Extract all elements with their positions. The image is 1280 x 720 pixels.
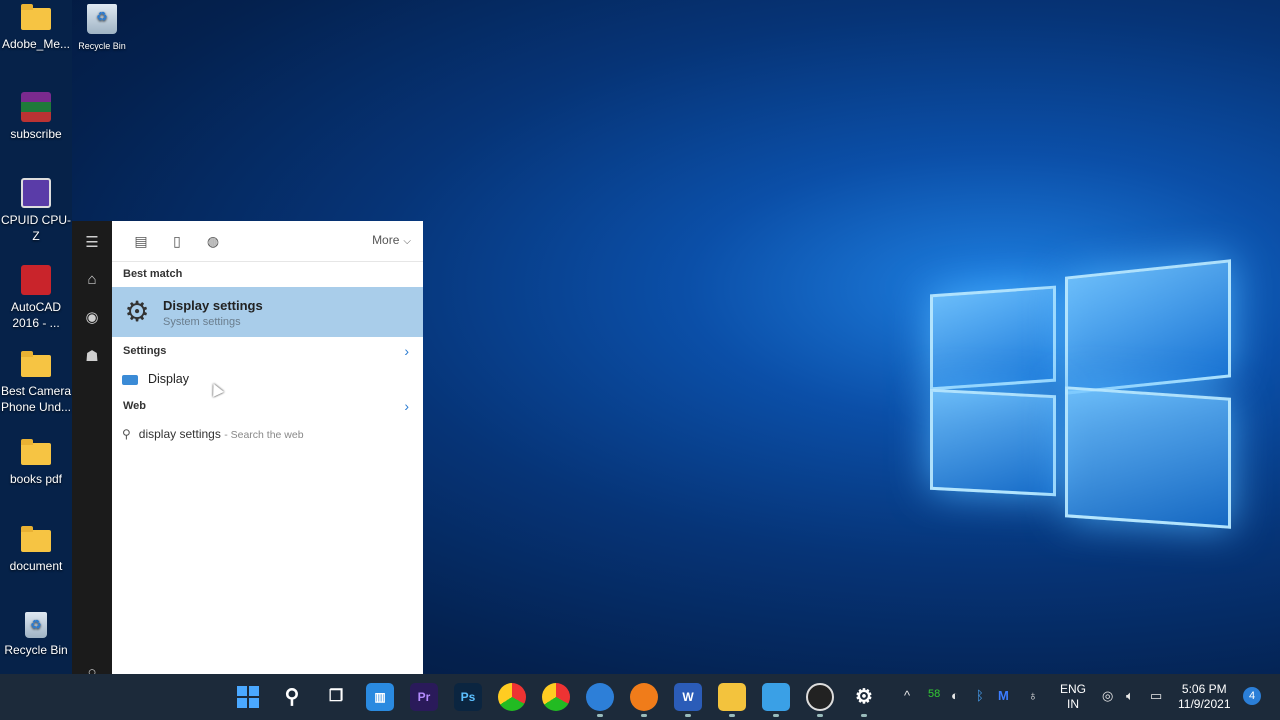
folder-icon [21, 526, 51, 552]
network-icon[interactable]: ◎ [1102, 688, 1113, 704]
cpu-z-icon [21, 178, 51, 208]
tray-m-icon[interactable]: M [998, 688, 1009, 703]
volume-icon[interactable]: 🔈︎ [1126, 688, 1134, 704]
web-heading: Web [123, 400, 147, 412]
system-tray: ^ 58 ◐ ᛒ M ♁ ENG IN ◎ 🔈︎ ▭ 5:06 PM 11/9/… [0, 674, 1280, 720]
notification-badge[interactable]: 4 [1243, 687, 1261, 705]
settings-expand-chevron-icon[interactable]: › [404, 343, 409, 359]
chevron-up-icon[interactable]: ^ [904, 688, 910, 703]
start-menu-rail: ☰ ⌂ ◉ ☗ ○ [72, 221, 112, 681]
circle-icon[interactable]: ◉ [80, 306, 104, 330]
best-match-result[interactable]: ⚙ Display settings System settings [112, 287, 423, 397]
tray-app-icon[interactable]: ◐ [951, 688, 959, 703]
desktop-icon-autocad[interactable]: AutoCAD 2016 - ... [0, 265, 72, 331]
language-indicator[interactable]: ENG IN [1060, 682, 1086, 712]
bluetooth-icon[interactable]: ᛒ [976, 688, 984, 703]
more-filters-button[interactable]: More ⌵ [372, 233, 411, 247]
desktop-icon-books-pdf[interactable]: books pdf [0, 439, 72, 487]
chevron-down-icon: ⌵ [403, 236, 411, 247]
search-filter-bar: ▤ ▯ ◍ More ⌵ [112, 221, 423, 262]
search-icon: ⚲ [122, 427, 131, 441]
windows-logo-wallpaper [920, 250, 1240, 530]
tray-badge-count[interactable]: 58 [928, 688, 940, 700]
hamburger-menu-icon[interactable]: ☰ [80, 231, 104, 255]
gear-icon: ⚙ [124, 296, 150, 327]
desktop-icon-cpuz[interactable]: CPUID CPU-Z [0, 178, 72, 244]
mouse-cursor-icon [208, 381, 224, 397]
best-match-title: Display settings [163, 298, 263, 313]
recycle-bin-icon [25, 612, 47, 638]
web-search-suggestion[interactable]: ⚲ display settings - Search the web [122, 427, 304, 441]
desktop-icon-recycle-bin-top[interactable]: Recycle Bin [66, 4, 138, 54]
settings-heading: Settings [123, 345, 167, 357]
documents-filter-icon[interactable]: ▯ [166, 231, 188, 251]
desktop-icon-recycle-bin[interactable]: Recycle Bin [0, 612, 72, 658]
web-expand-chevron-icon[interactable]: › [404, 398, 409, 414]
winrar-archive-icon [21, 92, 51, 122]
taskbar: ⚲ ❐ ▥ Pr Ps W ⚙ ^ 58 ◐ ᛒ M ♁ ENG IN ◎ 🔈︎… [0, 674, 1280, 720]
desktop-icon-subscribe[interactable]: subscribe [0, 92, 72, 142]
desktop-icon-column: Adobe_Me... subscribe CPUID CPU-Z AutoCA… [0, 0, 72, 674]
search-results-panel: ▤ ▯ ◍ More ⌵ Best match ⚙ Display setting… [112, 221, 423, 674]
folder-icon [21, 351, 51, 377]
folder-icon [21, 4, 51, 30]
web-filter-icon[interactable]: ◍ [202, 231, 224, 251]
clock[interactable]: 5:06 PM 11/9/2021 [1178, 682, 1231, 712]
settings-result-display[interactable]: Display [122, 372, 189, 386]
autocad-icon [21, 265, 51, 295]
user-icon[interactable]: ☗ [80, 345, 104, 369]
battery-icon[interactable]: ▭ [1150, 688, 1162, 704]
desktop-icon-adobe[interactable]: Adobe_Me... [0, 4, 72, 52]
folder-icon [21, 439, 51, 465]
recycle-bin-icon [87, 4, 117, 34]
best-match-subtitle: System settings [163, 316, 241, 328]
desktop-icon-document[interactable]: document [0, 526, 72, 574]
home-icon[interactable]: ⌂ [80, 268, 104, 292]
apps-filter-icon[interactable]: ▤ [130, 231, 152, 251]
display-icon [122, 374, 138, 385]
desktop-icon-best-camera[interactable]: Best Camera Phone Und... [0, 351, 72, 415]
best-match-heading: Best match [123, 268, 183, 280]
microphone-icon[interactable]: ♁ [1028, 688, 1038, 703]
